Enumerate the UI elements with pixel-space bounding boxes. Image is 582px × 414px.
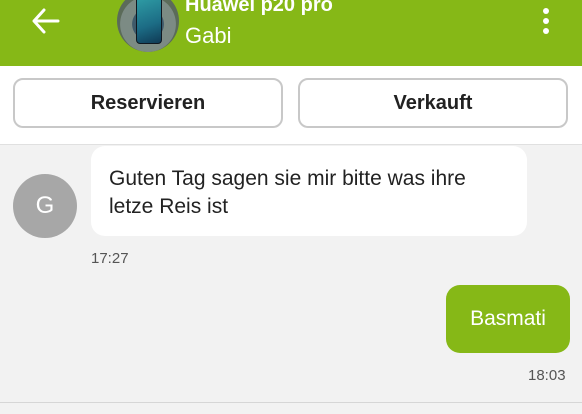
action-bar: Reservieren Verkauft [0,66,582,145]
chat-partner-name: Gabi [185,23,232,48]
phone-image [136,0,162,44]
listing-title[interactable]: Huawei p20 pro [185,0,333,17]
composer-divider [0,402,582,403]
message-timestamp: 17:27 [91,250,129,267]
outgoing-message-bubble: Basmati [446,285,570,353]
arrow-left-icon [32,8,60,34]
message-text-line: Guten Tag sagen sie mir bitte was ihre [109,167,466,190]
back-button[interactable] [30,7,62,35]
more-vertical-icon [543,8,549,14]
message-text-line: letze Reis ist [109,195,229,218]
incoming-message-bubble: Guten Tag sagen sie mir bitte was ihre l… [91,146,527,236]
message-timestamp: 18:03 [528,367,566,384]
avatar: G [13,174,77,238]
app-header: Huawei p20 pro Gabi [0,0,582,66]
listing-thumbnail[interactable] [117,0,179,52]
sold-button[interactable]: Verkauft [298,78,568,128]
more-menu-button[interactable] [536,6,556,36]
reserve-button[interactable]: Reservieren [13,78,283,128]
